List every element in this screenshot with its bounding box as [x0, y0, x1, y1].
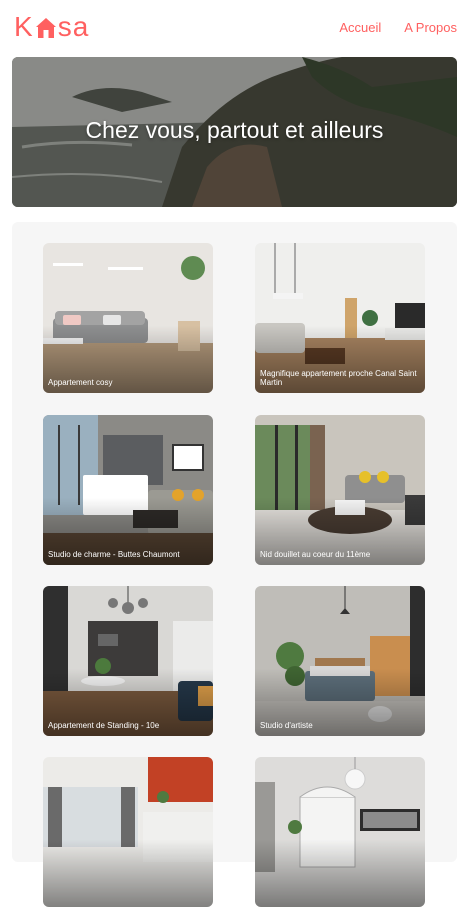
listing-title: Studio d'artiste — [260, 721, 313, 730]
logo-letters-sa: sa — [57, 11, 90, 42]
listings-gallery: Appartement cosy Magnifique appartement … — [12, 222, 457, 907]
listing-title: Nid douillet au coeur du 11ème — [260, 550, 371, 559]
header: K sa Accueil A Propos — [0, 0, 467, 56]
listing-card[interactable]: Studio de charme - Buttes Chaumont — [43, 415, 213, 565]
logo-letter-k: K — [14, 11, 34, 42]
nav-link-a-propos[interactable]: A Propos — [404, 20, 457, 35]
listing-card[interactable]: Appartement de Standing - 10e — [43, 586, 213, 736]
hero-title: Chez vous, partout et ailleurs — [85, 117, 384, 143]
listing-card[interactable]: Appartement cosy — [43, 243, 213, 393]
kasa-logo[interactable]: K sa — [14, 11, 90, 42]
hero-banner: Chez vous, partout et ailleurs — [12, 57, 457, 207]
listing-title: Magnifique appartement proche Canal Sain… — [260, 369, 417, 387]
listing-title: Appartement cosy — [48, 378, 113, 387]
listing-card[interactable]: Studio d'artiste — [255, 586, 425, 736]
house-icon — [35, 18, 56, 38]
listing-card[interactable]: Magnifique appartement proche Canal Sain… — [255, 243, 425, 393]
listing-card[interactable]: Nid douillet au coeur du 11ème — [255, 415, 425, 565]
listing-card[interactable] — [255, 757, 425, 907]
nav-link-accueil[interactable]: Accueil — [339, 20, 381, 35]
listing-card[interactable] — [43, 757, 213, 907]
listing-title: Appartement de Standing - 10e — [48, 721, 160, 730]
main-nav: Accueil A Propos — [339, 20, 457, 35]
listing-title: Studio de charme - Buttes Chaumont — [48, 550, 180, 559]
